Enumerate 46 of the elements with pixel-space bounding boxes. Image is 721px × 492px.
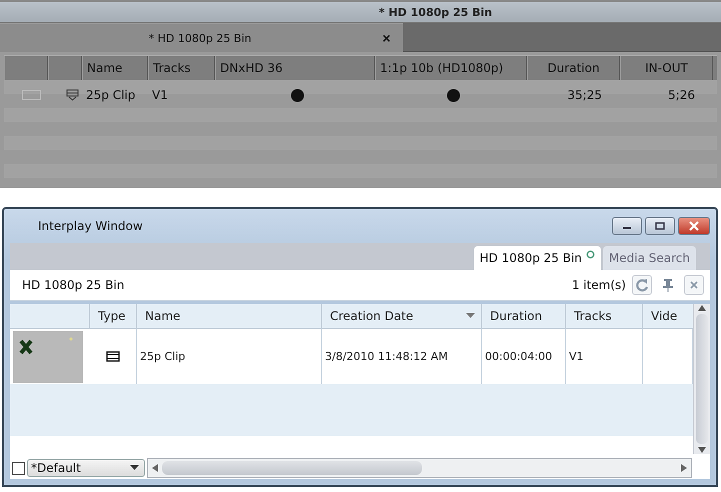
tab[interactable]: Media Search bbox=[602, 246, 696, 270]
caret-icon bbox=[130, 465, 139, 471]
table-cell: 5;26 bbox=[668, 88, 695, 102]
table-cell: V1 bbox=[569, 350, 584, 363]
close-button[interactable]: × bbox=[370, 23, 403, 52]
maximize-icon bbox=[655, 222, 665, 230]
column-header[interactable]: Duration bbox=[482, 304, 566, 328]
window-title: Interplay Window bbox=[38, 219, 143, 233]
table-cell: 35;25 bbox=[567, 88, 602, 102]
column-header[interactable]: Name bbox=[137, 304, 322, 328]
column-header[interactable]: Type bbox=[90, 304, 137, 328]
maximize-button[interactable] bbox=[645, 217, 675, 235]
scroll-up-icon[interactable] bbox=[697, 304, 707, 312]
column-header[interactable]: Creation Date bbox=[322, 304, 482, 328]
item-count: 1 item(s) bbox=[572, 278, 626, 292]
close-icon bbox=[688, 221, 700, 231]
vertical-scrollbar[interactable] bbox=[693, 304, 710, 454]
horizontal-scrollbar[interactable] bbox=[147, 458, 692, 478]
table-cell: 25p Clip bbox=[140, 350, 186, 363]
column-header[interactable]: Tracks bbox=[566, 304, 643, 328]
table-cell: 25p Clip bbox=[86, 88, 136, 102]
row-marker[interactable] bbox=[22, 90, 41, 100]
scroll-left-icon[interactable] bbox=[151, 463, 159, 473]
close-button[interactable] bbox=[684, 275, 704, 295]
view-dropdown[interactable]: *Default bbox=[27, 459, 145, 477]
table-cell: 00:00:04:00 bbox=[485, 350, 552, 363]
table-cell: 3/8/2010 11:48:12 AM bbox=[325, 350, 448, 363]
column-header[interactable]: Vide bbox=[643, 304, 693, 328]
clip-icon bbox=[66, 89, 79, 101]
close-button[interactable] bbox=[678, 217, 710, 235]
film-icon bbox=[106, 351, 120, 362]
scroll-right-icon[interactable] bbox=[680, 463, 688, 473]
refresh-button[interactable] bbox=[632, 275, 652, 295]
checkbox[interactable] bbox=[12, 462, 25, 474]
scrollbar-thumb[interactable] bbox=[162, 461, 422, 475]
close-icon bbox=[689, 280, 699, 290]
location-label: HD 1080p 25 Bin bbox=[22, 278, 126, 292]
table-cell: V1 bbox=[152, 88, 168, 102]
pin-icon bbox=[662, 278, 674, 292]
minimize-button[interactable] bbox=[612, 217, 642, 235]
bin-title: * HD 1080p 25 Bin bbox=[378, 6, 492, 18]
sort-icon bbox=[466, 313, 475, 319]
tab[interactable]: HD 1080p 25 Bin bbox=[474, 246, 601, 270]
bin-tab[interactable]: * HD 1080p 25 Bin bbox=[0, 23, 370, 52]
status-icon bbox=[586, 250, 595, 258]
refresh-icon bbox=[635, 278, 649, 292]
